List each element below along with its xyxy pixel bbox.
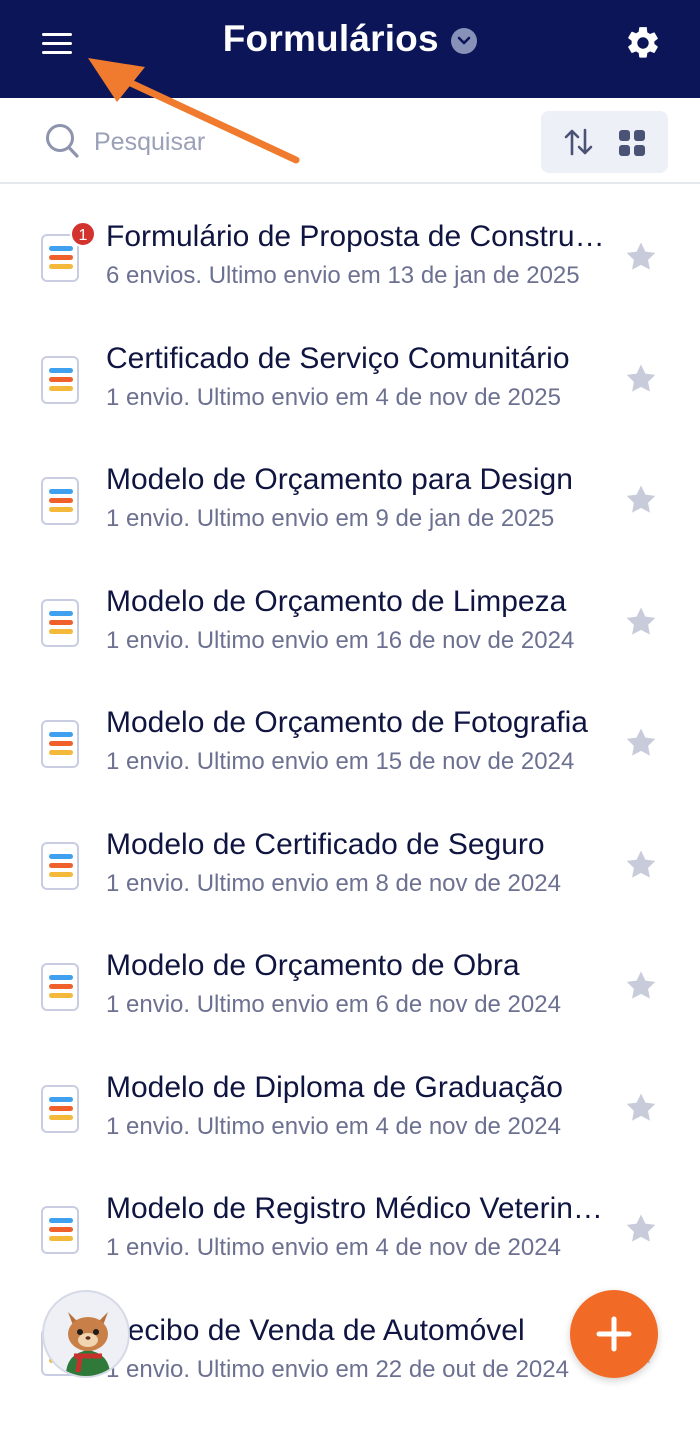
form-document-icon: [41, 598, 79, 647]
form-submission-info: 6 envios. Ultimo envio em 13 de jan de 2…: [106, 262, 580, 289]
add-form-button[interactable]: [570, 1290, 658, 1378]
star-icon[interactable]: [624, 362, 658, 396]
form-document-icon: [41, 355, 79, 404]
page-title[interactable]: Formulários: [223, 18, 439, 59]
form-title: Formulário de Proposta de Construção: [106, 220, 606, 253]
form-document-icon: [41, 841, 79, 890]
form-submission-info: 1 envio. Ultimo envio em 4 de nov de 202…: [106, 383, 561, 411]
form-submission-info: 1 envio. Ultimo envio em 4 de nov de 202…: [106, 1112, 561, 1140]
form-title: Modelo de Orçamento de Limpeza: [106, 584, 567, 618]
star-icon[interactable]: [624, 969, 658, 1003]
form-submission-info: 1 envio. Ultimo envio em 9 de jan de 202…: [106, 505, 555, 532]
form-title: Modelo de Orçamento de Fotografia: [106, 706, 588, 739]
form-document-icon: [41, 477, 79, 525]
star-icon[interactable]: [624, 1091, 658, 1125]
gear-icon[interactable]: [624, 24, 662, 62]
form-document-icon: [41, 1206, 79, 1254]
plus-icon: [596, 1316, 632, 1352]
form-title: Modelo de Orçamento de Obra: [106, 949, 520, 982]
search-input[interactable]: [94, 124, 514, 160]
search-icon: [44, 122, 80, 160]
star-icon[interactable]: [624, 605, 658, 639]
list-item[interactable]: Modelo de Registro Médico Veterinário 1 e…: [0, 1158, 700, 1279]
grid-view-icon[interactable]: [619, 130, 645, 156]
form-submission-info: 1 envio. Ultimo envio em 6 de nov de 202…: [106, 991, 561, 1018]
list-item[interactable]: Modelo de Diploma de Graduação 1 envio. U…: [0, 1037, 700, 1158]
cat-mascot-avatar-icon[interactable]: [42, 1290, 130, 1378]
list-item[interactable]: 1 Formulário de Proposta de Construção 6 e…: [0, 186, 700, 307]
form-title: Modelo de Certificado de Seguro: [106, 827, 545, 861]
form-title: Modelo de Registro Médico Veterinário: [106, 1192, 606, 1225]
form-title: Modelo de Orçamento para Design: [106, 463, 573, 496]
form-title: Certificado de Serviço Comunitário: [106, 341, 570, 375]
notification-badge: 1: [70, 221, 96, 247]
list-item[interactable]: Modelo de Orçamento para Design 1 envio. …: [0, 429, 700, 550]
sort-arrows-icon[interactable]: [563, 127, 595, 157]
search-bar: [0, 98, 700, 184]
form-document-icon: [41, 963, 79, 1011]
form-document-icon: [41, 720, 79, 768]
list-item[interactable]: Modelo de Certificado de Seguro 1 envio. …: [0, 794, 700, 915]
form-title: Recibo de Venda de Automóvel: [106, 1313, 525, 1347]
form-submission-info: 1 envio. Ultimo envio em 15 de nov de 20…: [106, 748, 575, 775]
star-icon[interactable]: [624, 483, 658, 517]
form-submission-info: 1 envio. Ultimo envio em 4 de nov de 202…: [106, 1234, 561, 1261]
star-icon[interactable]: [624, 1212, 658, 1246]
form-submission-info: 1 envio. Ultimo envio em 22 de out de 20…: [106, 1355, 569, 1383]
page-title-container[interactable]: Formulários: [0, 18, 700, 60]
app-header: Formulários: [0, 0, 700, 98]
star-icon[interactable]: [624, 726, 658, 760]
view-controls: [541, 111, 668, 173]
star-icon[interactable]: [624, 848, 658, 882]
form-document-icon: [41, 1084, 79, 1133]
list-item[interactable]: Modelo de Orçamento de Fotografia 1 envio…: [0, 672, 700, 793]
list-item[interactable]: Certificado de Serviço Comunitário 1 envi…: [0, 308, 700, 429]
chevron-down-icon[interactable]: [451, 28, 478, 54]
list-item[interactable]: Modelo de Orçamento de Obra 1 envio. Ulti…: [0, 915, 700, 1036]
form-title: Modelo de Diploma de Graduação: [106, 1070, 563, 1104]
form-submission-info: 1 envio. Ultimo envio em 16 de nov de 20…: [106, 626, 575, 654]
list-item[interactable]: Modelo de Orçamento de Limpeza 1 envio. U…: [0, 551, 700, 672]
form-submission-info: 1 envio. Ultimo envio em 8 de nov de 202…: [106, 869, 561, 897]
star-icon[interactable]: [624, 240, 658, 274]
